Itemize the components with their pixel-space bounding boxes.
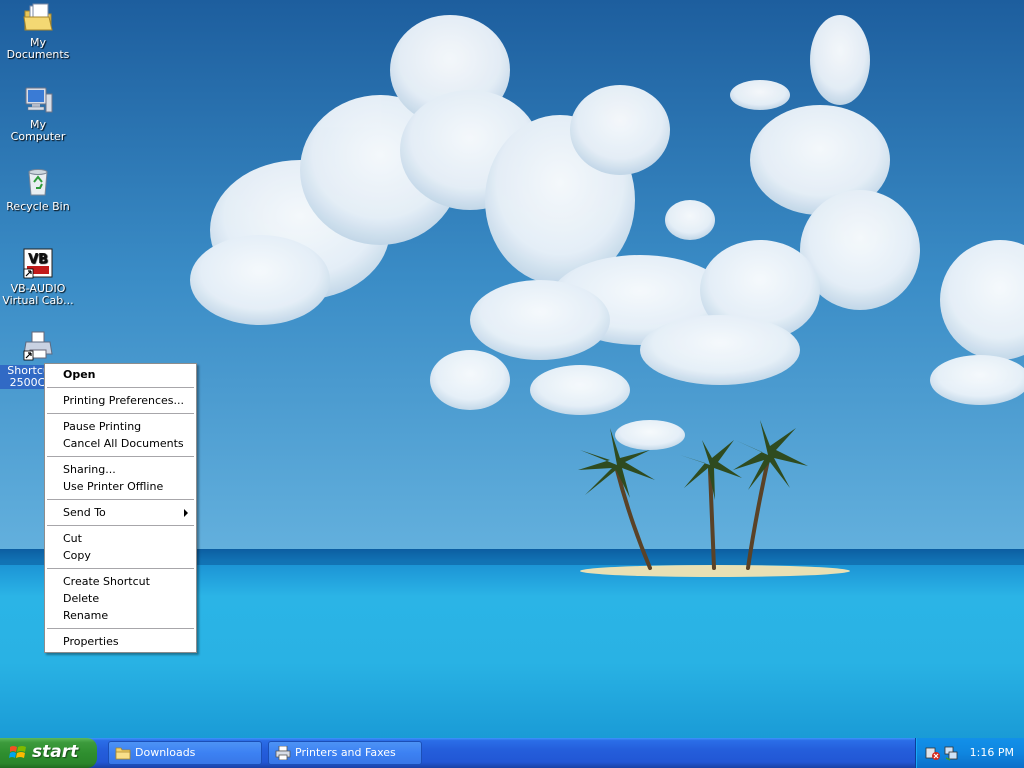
menu-separator bbox=[47, 628, 194, 629]
menu-separator bbox=[47, 568, 194, 569]
menu-item-send-to[interactable]: Send To bbox=[45, 504, 196, 521]
windows-logo-icon bbox=[9, 746, 26, 758]
menu-item-open[interactable]: Open bbox=[45, 366, 196, 383]
volume-icon[interactable] bbox=[925, 745, 941, 761]
taskbar-button-label: Downloads bbox=[135, 746, 196, 759]
menu-item-create-shortcut[interactable]: Create Shortcut bbox=[45, 573, 196, 590]
desktop-icon-label: My Documents bbox=[6, 36, 70, 61]
menu-separator bbox=[47, 525, 194, 526]
menu-item-copy[interactable]: Copy bbox=[45, 547, 196, 564]
recycle-bin-icon bbox=[28, 169, 48, 196]
menu-item-pause-printing[interactable]: Pause Printing bbox=[45, 418, 196, 435]
folder-icon bbox=[115, 747, 131, 760]
menu-separator bbox=[47, 456, 194, 457]
menu-item-sharing[interactable]: Sharing... bbox=[45, 461, 196, 478]
desktop-icon-my-documents[interactable]: My Documents bbox=[0, 2, 76, 61]
taskbar-button-printers-and-faxes[interactable]: Printers and Faxes bbox=[268, 741, 422, 765]
desktop-icon-recycle-bin[interactable]: Recycle Bin bbox=[0, 166, 76, 213]
menu-item-cancel-all-documents[interactable]: Cancel All Documents bbox=[45, 435, 196, 452]
submenu-arrow-icon bbox=[184, 509, 188, 517]
menu-item-delete[interactable]: Delete bbox=[45, 590, 196, 607]
desktop[interactable]: My Documents My Computer Recycle Bin VB … bbox=[0, 0, 1024, 738]
printer-context-menu: Open Printing Preferences... Pause Print… bbox=[44, 363, 197, 653]
menu-item-properties[interactable]: Properties bbox=[45, 633, 196, 650]
printers-faxes-icon bbox=[275, 746, 291, 760]
menu-item-send-to-label: Send To bbox=[63, 506, 106, 519]
taskbar-button-label: Printers and Faxes bbox=[295, 746, 396, 759]
desktop-icon-my-computer[interactable]: My Computer bbox=[0, 84, 76, 143]
start-label: start bbox=[32, 742, 79, 762]
desktop-icon-label: My Computer bbox=[10, 118, 66, 143]
menu-separator bbox=[47, 499, 194, 500]
network-icon[interactable] bbox=[943, 745, 959, 761]
start-button[interactable]: start bbox=[0, 738, 97, 768]
desktop-icon-label: VB-AUDIO Virtual Cab... bbox=[2, 282, 74, 307]
system-tray: 1:16 PM bbox=[915, 738, 1024, 768]
desktop-icon-vb-audio[interactable]: VB VB-AUDIO Virtual Cab... bbox=[0, 248, 76, 307]
menu-separator bbox=[47, 413, 194, 414]
vb-audio-icon: VB bbox=[23, 248, 53, 279]
folder-documents-icon bbox=[23, 3, 53, 31]
printer-shortcut-icon bbox=[23, 331, 53, 361]
computer-icon bbox=[25, 87, 53, 113]
menu-item-printing-preferences[interactable]: Printing Preferences... bbox=[45, 392, 196, 409]
desktop-icon-label: Recycle Bin bbox=[6, 200, 70, 213]
taskbar: start Downloads Printers and Faxes 1:16 … bbox=[0, 738, 1024, 768]
menu-separator bbox=[47, 387, 194, 388]
taskbar-button-downloads[interactable]: Downloads bbox=[108, 741, 262, 765]
menu-item-use-printer-offline[interactable]: Use Printer Offline bbox=[45, 478, 196, 495]
clock[interactable]: 1:16 PM bbox=[970, 746, 1014, 759]
svg-text:VB: VB bbox=[28, 252, 48, 267]
menu-item-rename[interactable]: Rename bbox=[45, 607, 196, 624]
menu-item-cut[interactable]: Cut bbox=[45, 530, 196, 547]
